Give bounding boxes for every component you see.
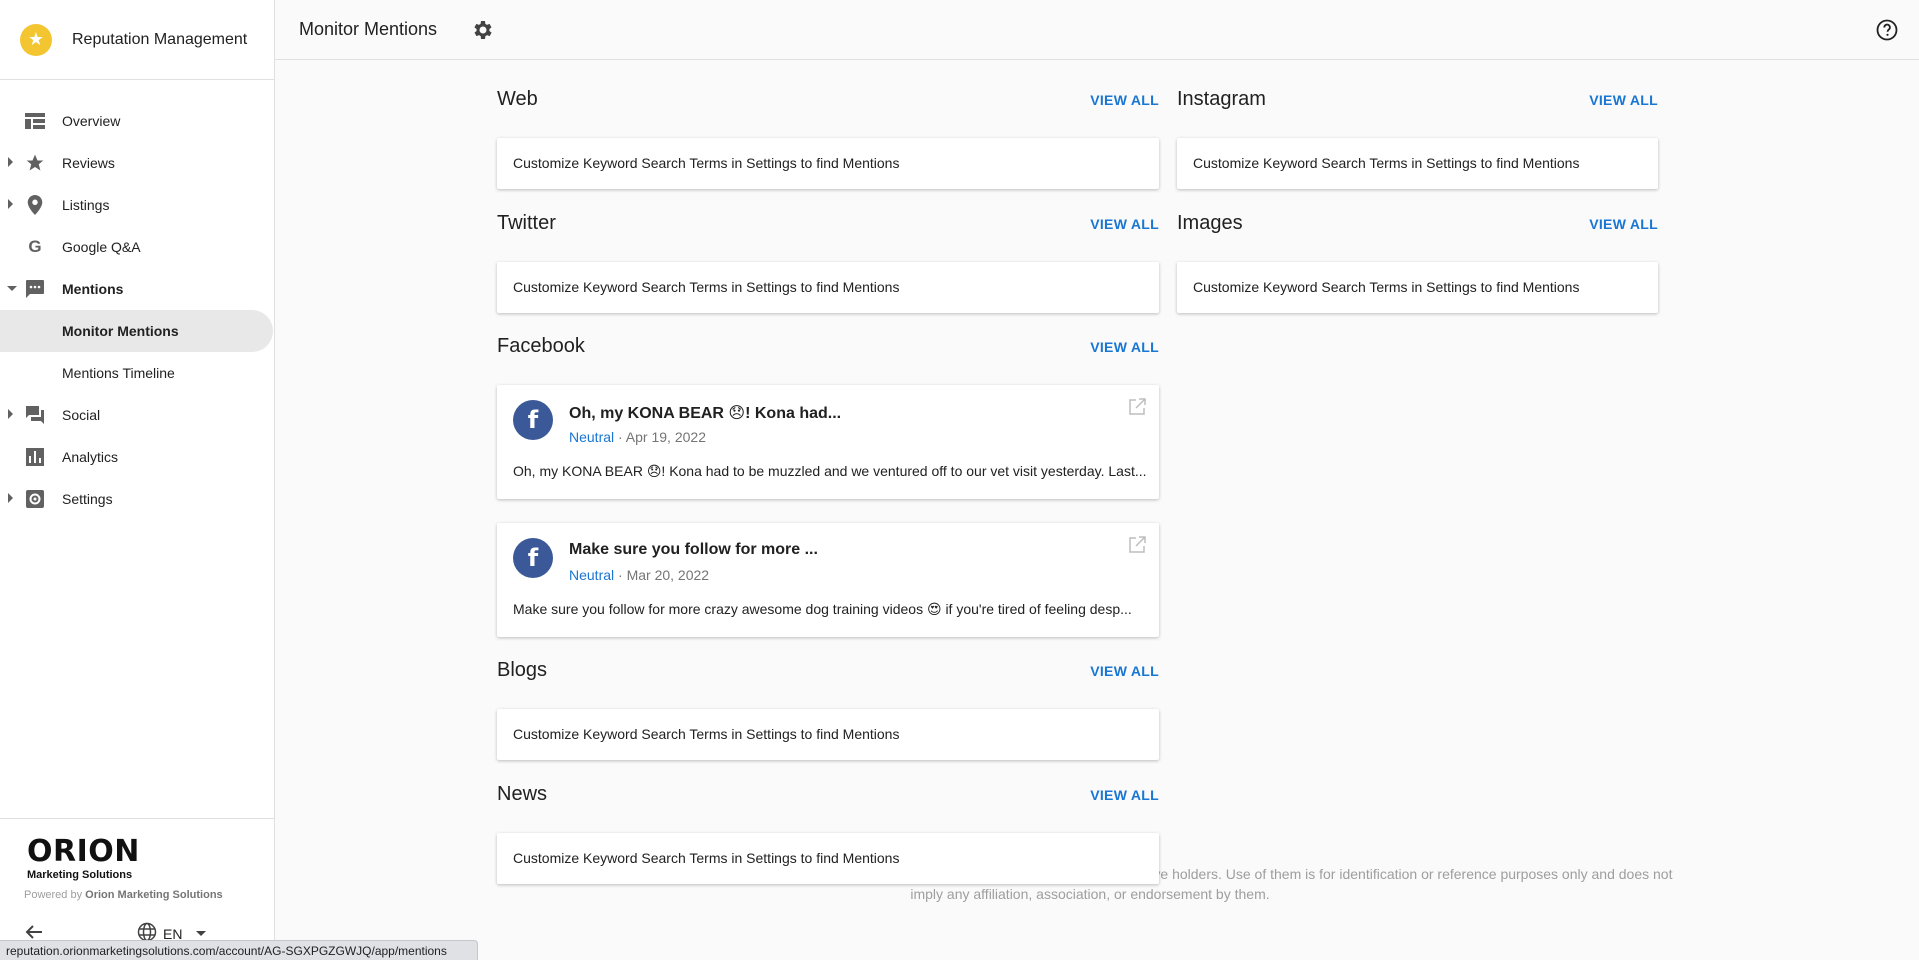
- mention-post-card[interactable]: f Make sure you follow for more ... Neut…: [497, 523, 1159, 637]
- section-title: Instagram: [1177, 88, 1266, 110]
- empty-mentions-card: Customize Keyword Search Terms in Settin…: [1177, 138, 1658, 189]
- sidebar-item-label: Reviews: [62, 155, 115, 171]
- gear-icon[interactable]: [471, 18, 495, 42]
- dashboard-icon: [25, 111, 45, 131]
- view-all-button[interactable]: VIEW ALL: [1090, 92, 1159, 108]
- section-title: Facebook: [497, 335, 585, 357]
- section-images: Images VIEW ALL Customize Keyword Search…: [1177, 212, 1658, 313]
- empty-mentions-card: Customize Keyword Search Terms in Settin…: [497, 262, 1159, 313]
- powered-by-text: Powered by Orion Marketing Solutions: [24, 889, 223, 901]
- section-header: Instagram VIEW ALL: [1177, 88, 1658, 124]
- section-instagram: Instagram VIEW ALL Customize Keyword Sea…: [1177, 88, 1658, 189]
- post-meta: Neutral · Mar 20, 2022: [569, 567, 709, 583]
- brand-header: ★ Reputation Management: [0, 0, 274, 80]
- help-icon[interactable]: [1875, 18, 1899, 42]
- expand-caret-icon[interactable]: [8, 157, 13, 167]
- settings-box-icon: [25, 489, 45, 509]
- sidebar-item-reviews[interactable]: Reviews: [0, 142, 274, 184]
- expand-caret-icon[interactable]: [8, 409, 13, 419]
- section-header: Blogs VIEW ALL: [497, 659, 1159, 695]
- page-title: Monitor Mentions: [299, 19, 438, 39]
- brand-title: Reputation Management: [72, 30, 248, 48]
- sidebar-item-label: Overview: [62, 113, 121, 129]
- orion-logo: ORION: [27, 834, 140, 869]
- expand-caret-icon[interactable]: [8, 199, 13, 209]
- powered-by-name: Orion Marketing Solutions: [85, 889, 223, 901]
- mention-post-card[interactable]: f Oh, my KONA BEAR 😞! Kona had... Neutra…: [497, 385, 1159, 499]
- sidebar-item-label: Analytics: [62, 449, 119, 465]
- browser-status-url: reputation.orionmarketingsolutions.com/a…: [0, 940, 478, 960]
- facebook-icon: f: [513, 400, 553, 440]
- star-icon: [25, 153, 45, 173]
- sidebar-item-overview[interactable]: Overview: [0, 100, 274, 142]
- sidebar-item-analytics[interactable]: Analytics: [0, 436, 274, 478]
- facebook-icon: f: [513, 538, 553, 578]
- section-title: Blogs: [497, 659, 548, 681]
- sidebar-item-label: Social: [62, 407, 101, 423]
- section-title: Web: [497, 88, 538, 110]
- post-snippet: Oh, my KONA BEAR 😞! Kona had to be muzzl…: [513, 463, 1147, 479]
- empty-mentions-card: Customize Keyword Search Terms in Settin…: [1177, 262, 1658, 313]
- post-title: Oh, my KONA BEAR 😞! Kona had...: [569, 405, 842, 422]
- section-blogs: Blogs VIEW ALL Customize Keyword Search …: [497, 659, 1159, 760]
- sidebar-item-label: Settings: [62, 491, 113, 507]
- bar-chart-icon: [25, 447, 45, 467]
- sidebar-item-mentions-timeline[interactable]: Mentions Timeline: [0, 352, 274, 394]
- section-news: News VIEW ALL Customize Keyword Search T…: [497, 783, 1159, 884]
- post-date: · Apr 19, 2022: [614, 429, 706, 445]
- section-header: Web VIEW ALL: [497, 88, 1159, 124]
- star-logo-icon: ★: [20, 23, 52, 56]
- collapse-caret-icon[interactable]: [7, 286, 17, 291]
- section-header: Facebook VIEW ALL: [497, 335, 1159, 371]
- sentiment-label: Neutral: [569, 567, 615, 583]
- location-pin-icon: [25, 195, 45, 215]
- post-date: · Mar 20, 2022: [614, 567, 710, 583]
- empty-mentions-card: Customize Keyword Search Terms in Settin…: [497, 709, 1159, 760]
- expand-caret-icon[interactable]: [8, 493, 13, 503]
- sidebar-item-settings[interactable]: Settings: [0, 478, 274, 520]
- google-icon: G: [28, 237, 42, 256]
- sidebar-item-mentions[interactable]: Mentions: [0, 268, 274, 310]
- view-all-button[interactable]: VIEW ALL: [1589, 92, 1658, 108]
- sidebar-item-monitor-mentions[interactable]: Monitor Mentions: [0, 310, 273, 352]
- dropdown-arrow-icon: [196, 931, 207, 936]
- chat-bubble-icon: [25, 279, 45, 299]
- section-title: Images: [1177, 212, 1243, 234]
- orion-logo-subtitle: Marketing Solutions: [27, 869, 133, 881]
- sidebar-item-google-qa[interactable]: G Google Q&A: [0, 226, 274, 268]
- sentiment-label: Neutral: [569, 429, 615, 445]
- section-web: Web VIEW ALL Customize Keyword Search Te…: [497, 88, 1159, 189]
- section-header: Images VIEW ALL: [1177, 212, 1658, 248]
- post-meta: Neutral · Apr 19, 2022: [569, 429, 706, 445]
- section-header: Twitter VIEW ALL: [497, 212, 1159, 248]
- sidebar-item-label: Mentions: [62, 281, 124, 297]
- section-facebook: Facebook VIEW ALL f Oh, my KONA BEAR 😞! …: [497, 335, 1159, 637]
- empty-mentions-card: Customize Keyword Search Terms in Settin…: [497, 833, 1159, 884]
- open-in-new-icon[interactable]: [1127, 397, 1147, 417]
- view-all-button[interactable]: VIEW ALL: [1589, 216, 1658, 232]
- post-title: Make sure you follow for more ...: [569, 541, 818, 558]
- sidebar-item-label: Google Q&A: [62, 239, 141, 255]
- top-header: Monitor Mentions: [275, 0, 1919, 60]
- powered-prefix: Powered by: [24, 889, 86, 901]
- view-all-button[interactable]: VIEW ALL: [1090, 663, 1159, 679]
- sidebar-item-social[interactable]: Social: [0, 394, 274, 436]
- post-snippet: Make sure you follow for more crazy awes…: [513, 601, 1132, 617]
- section-title: News: [497, 783, 548, 805]
- section-header: News VIEW ALL: [497, 783, 1159, 819]
- sidebar-nav: Overview Reviews Listings G Google Q&A M: [0, 80, 274, 520]
- sidebar: ★ Reputation Management Overview Reviews…: [0, 0, 275, 960]
- section-title: Twitter: [497, 212, 556, 234]
- sidebar-footer: ORION Marketing Solutions Powered by Ori…: [0, 818, 274, 960]
- view-all-button[interactable]: VIEW ALL: [1090, 339, 1159, 355]
- open-in-new-icon[interactable]: [1127, 535, 1147, 555]
- empty-mentions-card: Customize Keyword Search Terms in Settin…: [497, 138, 1159, 189]
- section-twitter: Twitter VIEW ALL Customize Keyword Searc…: [497, 212, 1159, 313]
- sidebar-item-label: Listings: [62, 197, 110, 213]
- sidebar-item-listings[interactable]: Listings: [0, 184, 274, 226]
- forum-icon: [25, 405, 45, 425]
- view-all-button[interactable]: VIEW ALL: [1090, 787, 1159, 803]
- view-all-button[interactable]: VIEW ALL: [1090, 216, 1159, 232]
